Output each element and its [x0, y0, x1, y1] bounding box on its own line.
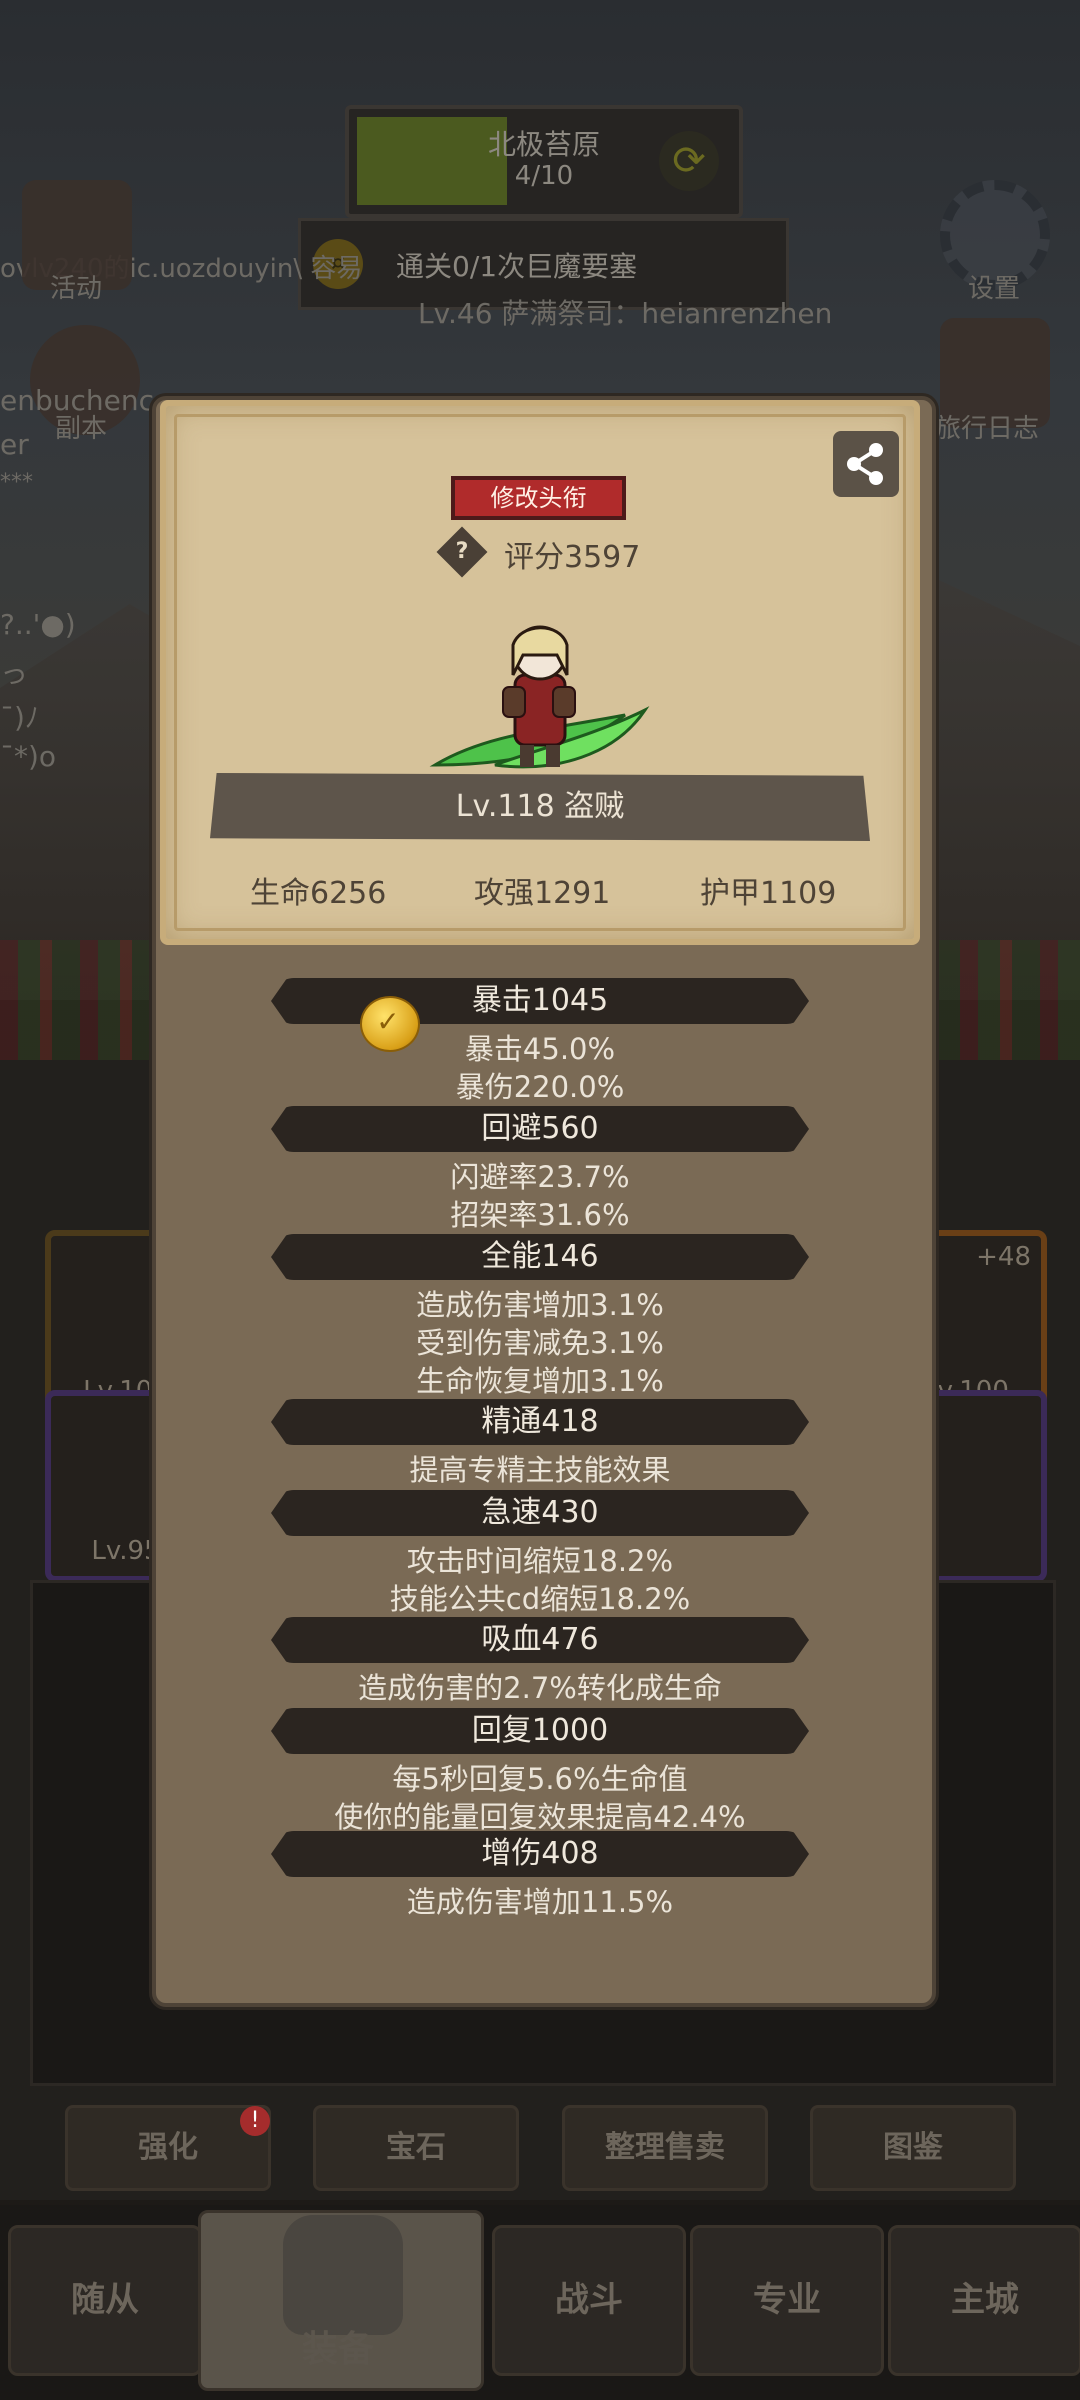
settings-label: 设置: [968, 274, 1021, 304]
character-sprite: [429, 625, 650, 769]
stat-line: 造成伤害的2.7%转化成生命: [358, 1671, 722, 1705]
nav-profession[interactable]: 专业: [690, 2225, 884, 2376]
stat-heading: 吸血476: [481, 1622, 599, 1657]
stat-line: 造成伤害增加11.5%: [406, 1885, 674, 1919]
journal-label: 旅行日志: [935, 414, 1040, 444]
attack-stat: 攻强1291: [474, 876, 611, 911]
stat-line: 招架率31.6%: [450, 1198, 630, 1232]
side-text: ***: [0, 470, 33, 495]
side-text: er: [0, 428, 29, 461]
level-class-text: Lv.118 盗贼: [455, 789, 625, 824]
stat-heading: 回复1000: [471, 1713, 609, 1748]
codex-button[interactable]: 图鉴: [810, 2105, 1016, 2191]
armor-icon: [283, 2215, 403, 2335]
stat-heading: 回避560: [481, 1111, 599, 1146]
share-icon: [847, 443, 883, 485]
slot-plus: +48: [976, 1242, 1031, 1272]
nav-followers[interactable]: 随从: [8, 2225, 202, 2376]
nav-equipment-label: 装备: [301, 2329, 374, 2370]
stat-line: 攻击时间缩短18.2%: [406, 1544, 674, 1578]
area-progress-panel[interactable]: 北极苔原 4/10 ⟳: [345, 105, 743, 218]
stat-line: 生命恢复增加3.1%: [416, 1364, 664, 1398]
share-button[interactable]: [833, 431, 899, 497]
sort-sell-button[interactable]: 整理售卖: [562, 2105, 768, 2191]
stat-line: 暴伤220.0%: [455, 1070, 625, 1104]
score-text: 评分3597: [504, 540, 641, 575]
gem-button[interactable]: 宝石: [313, 2105, 519, 2191]
nav-battle[interactable]: 战斗: [492, 2225, 686, 2376]
activity-label: 活动: [50, 274, 103, 304]
stat-heading: 暴击1045: [471, 983, 609, 1018]
side-text: っ: [0, 657, 29, 690]
help-symbol: ?: [455, 539, 469, 564]
side-text: enbuchenc: [0, 384, 154, 417]
player-info-line: Lv.46 萨满祭司：heianrenzhen: [418, 297, 833, 330]
armor-stat: 护甲1109: [700, 876, 837, 911]
side-text: ¯)ﾉ: [0, 701, 39, 734]
stat-heading: 全能146: [481, 1239, 599, 1274]
stat-line: 暴击45.0%: [464, 1032, 616, 1066]
quest-text: 通关0/1次巨魔要塞: [396, 250, 638, 283]
stat-heading: 急速430: [481, 1495, 599, 1530]
stat-line: 每5秒回复5.6%生命值: [392, 1762, 688, 1796]
hp-stat: 生命6256: [250, 876, 387, 911]
stat-heading: 精通418: [481, 1404, 599, 1439]
stat-line: 技能公共cd缩短18.2%: [389, 1582, 691, 1616]
side-text: ?..'●): [0, 608, 76, 641]
stat-heading: 增伤408: [481, 1836, 599, 1871]
refresh-icon[interactable]: ⟳: [659, 131, 719, 191]
stat-line: 闪避率23.7%: [450, 1160, 630, 1194]
notification-badge: !: [240, 2106, 270, 2136]
side-text: ¯*)o: [0, 740, 57, 773]
edit-title-button[interactable]: 修改头衔: [451, 476, 626, 520]
nav-main-city[interactable]: 主城: [888, 2225, 1080, 2376]
stat-line: 造成伤害增加3.1%: [416, 1288, 664, 1322]
stat-line: 受到伤害减免3.1%: [416, 1326, 664, 1360]
stat-line: 提高专精主技能效果: [409, 1453, 671, 1487]
stat-line: 使你的能量回复效果提高42.4%: [334, 1800, 746, 1834]
